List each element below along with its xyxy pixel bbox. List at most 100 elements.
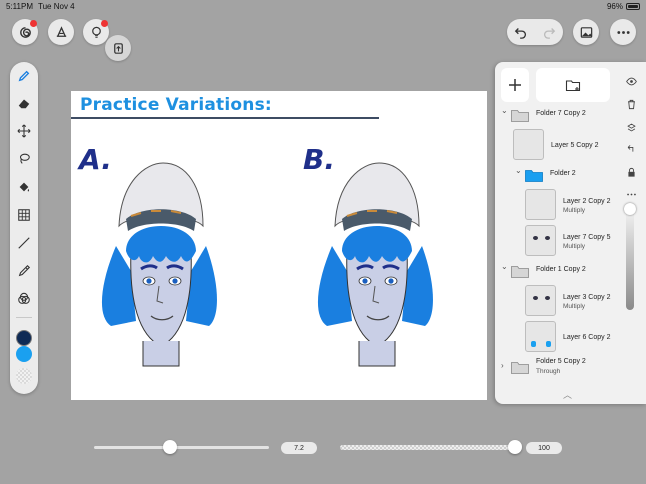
layer-opacity-thumb[interactable]: [624, 203, 636, 215]
layer-blend-mode: Multiply: [563, 303, 586, 310]
brush-library-icon: [56, 25, 66, 37]
add-folder-button[interactable]: [536, 68, 610, 102]
plus-icon: [509, 79, 521, 91]
battery-percent: 96%: [606, 2, 623, 11]
layer-more-button[interactable]: [624, 187, 638, 201]
more-menu-button[interactable]: [610, 19, 636, 45]
lock-layer-button[interactable]: [624, 165, 638, 179]
chevron-right-icon[interactable]: ›: [501, 361, 504, 370]
folder-icon: [511, 266, 529, 278]
redo-icon[interactable]: [542, 25, 556, 39]
chevron-up-icon[interactable]: ︿: [563, 388, 572, 401]
lightbulb-button[interactable]: [83, 19, 109, 45]
notification-dot: [101, 20, 108, 27]
brush-opacity-thumb[interactable]: [508, 440, 522, 454]
drawing-canvas[interactable]: Practice Variations: A. B.: [71, 91, 487, 400]
clip-icon: [627, 144, 633, 152]
layer-row[interactable]: Layer 7 Copy 5 Multiply: [495, 223, 619, 259]
layer-thumbnail: [525, 285, 556, 316]
move-tool[interactable]: [16, 123, 32, 139]
pen-tool[interactable]: [16, 68, 32, 84]
status-bar: 5:11PM Tue Nov 4 96%: [0, 0, 646, 13]
primary-color-swatch[interactable]: [16, 330, 32, 346]
add-layer-button[interactable]: [501, 68, 529, 102]
eye-icon: [625, 77, 637, 85]
layers-panel: ⌄ Folder 7 Copy 2 Layer 5 Copy 2 ⌄ Folder 2 L…: [495, 62, 646, 404]
status-time: 5:11PM: [6, 2, 33, 11]
brush-size-slider[interactable]: [94, 446, 269, 449]
layer-list: ⌄ Folder 7 Copy 2 Layer 5 Copy 2 ⌄ Folder 2 L…: [495, 103, 619, 393]
lasso-tool[interactable]: [16, 151, 32, 167]
layer-opacity-slider[interactable]: [626, 206, 634, 310]
chevron-down-icon[interactable]: ⌄: [501, 262, 508, 271]
line-tool[interactable]: [16, 235, 32, 251]
secondary-color-swatch[interactable]: [16, 346, 32, 362]
layer-name: Folder 5 Copy 2: [536, 358, 586, 365]
swirl-icon: [19, 26, 31, 38]
layer-folder-row[interactable]: ⌄ Folder 7 Copy 2: [495, 103, 619, 127]
folder-icon: [511, 110, 529, 122]
grid-tool[interactable]: [16, 207, 32, 223]
delete-layer-button[interactable]: [624, 97, 638, 111]
layer-name: Folder 1 Copy 2: [536, 266, 586, 273]
eyedropper-tool[interactable]: [16, 263, 32, 279]
layer-name: Layer 5 Copy 2: [551, 142, 599, 149]
title-underline: [71, 117, 379, 119]
layer-thumbnail: [513, 129, 544, 160]
chevron-down-icon[interactable]: ⌄: [501, 106, 508, 115]
layer-row[interactable]: Layer 2 Copy 2 Multiply: [495, 187, 619, 223]
left-toolbar: [10, 62, 38, 394]
eyedropper-icon: [18, 264, 31, 277]
texture-swatch[interactable]: [16, 368, 32, 384]
merge-layers-button[interactable]: [624, 120, 638, 134]
layer-folder-row[interactable]: ⌄ Folder 2: [495, 163, 619, 187]
layer-row[interactable]: Layer 5 Copy 2: [495, 127, 619, 163]
status-battery: 96%: [607, 2, 640, 11]
notification-dot: [30, 20, 37, 27]
brush-opacity-slider[interactable]: [340, 445, 515, 450]
lock-icon: [627, 167, 635, 177]
layer-row[interactable]: Layer 3 Copy 2 Multiply: [495, 283, 619, 319]
layer-blend-mode: Through: [536, 368, 561, 375]
folder-icon: [525, 170, 543, 182]
portrait-a: [101, 162, 217, 367]
transform-icon: [113, 42, 123, 54]
more-icon: [626, 193, 636, 195]
layer-name: Folder 2: [550, 170, 576, 177]
brush-size-thumb[interactable]: [163, 440, 177, 454]
layer-name: Layer 3 Copy 2: [563, 294, 611, 301]
layer-name: Layer 6 Copy 2: [563, 334, 611, 341]
layer-thumbnail: [525, 321, 556, 352]
layer-thumbnail: [525, 225, 556, 256]
chevron-down-icon[interactable]: ⌄: [515, 166, 522, 175]
lasso-icon: [19, 153, 30, 164]
layer-name: Layer 2 Copy 2: [563, 198, 611, 205]
toolbar-divider: [16, 317, 32, 318]
status-date: Tue Nov 4: [38, 2, 75, 11]
brush-library-button[interactable]: [48, 19, 74, 45]
brush-opacity-value: 100: [526, 442, 562, 454]
fill-tool[interactable]: [16, 179, 32, 195]
add-folder-icon: [565, 80, 581, 92]
undo-icon[interactable]: [514, 25, 528, 39]
move-icon: [17, 124, 31, 138]
pen-icon: [18, 70, 30, 82]
layer-folder-row[interactable]: › Folder 5 Copy 2 Through: [495, 355, 619, 379]
lightbulb-icon: [91, 26, 101, 38]
layer-name: Folder 7 Copy 2: [536, 110, 586, 117]
transform-button[interactable]: [105, 35, 131, 61]
fill-icon: [19, 182, 30, 192]
gallery-button[interactable]: [573, 19, 599, 45]
layer-row[interactable]: Layer 6 Copy 2: [495, 319, 619, 355]
trash-icon: [627, 99, 635, 109]
clipping-mask-button[interactable]: [624, 142, 638, 156]
portrait-b: [317, 162, 433, 367]
layer-folder-row[interactable]: ⌄ Folder 1 Copy 2: [495, 259, 619, 283]
visibility-button[interactable]: [624, 74, 638, 88]
layer-blend-mode: Multiply: [563, 243, 586, 250]
undo-redo-group: [507, 19, 563, 45]
blend-tool[interactable]: [16, 291, 32, 307]
eraser-tool[interactable]: [16, 95, 32, 111]
swirl-menu-button[interactable]: [12, 19, 38, 45]
more-icon: [616, 30, 630, 34]
